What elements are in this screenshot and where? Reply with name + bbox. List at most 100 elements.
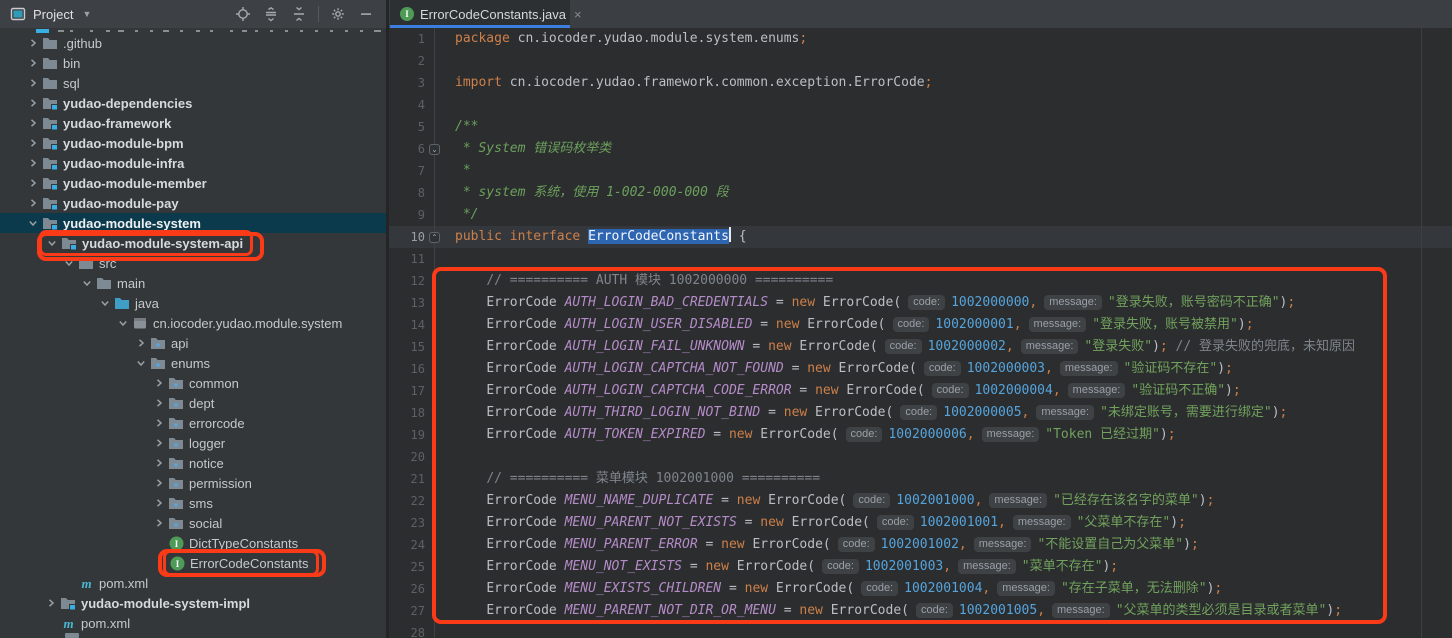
chevron-right-icon[interactable] <box>25 95 41 111</box>
tree-item-logger[interactable]: logger <box>0 433 386 453</box>
project-tree[interactable]: .githubbinsqlyudao-dependenciesyudao-fra… <box>0 28 386 638</box>
tree-item-permission[interactable]: permission <box>0 473 386 493</box>
code-line-7[interactable]: * <box>455 160 471 182</box>
tree-item-sql[interactable]: sql <box>0 73 386 93</box>
hide-panel-icon[interactable] <box>354 3 378 25</box>
tree-item-pom-xml[interactable]: mpom.xml <box>0 613 386 633</box>
line-number[interactable]: 28 <box>389 622 425 638</box>
code-line-5[interactable]: /** <box>455 116 478 138</box>
chevron-right-icon[interactable] <box>151 435 167 451</box>
tree-item-yudao-module-infra[interactable]: yudao-module-infra <box>0 153 386 173</box>
panel-divider[interactable] <box>386 0 389 638</box>
tree-item-yudao-framework[interactable]: yudao-framework <box>0 113 386 133</box>
chevron-right-icon[interactable] <box>133 335 149 351</box>
line-number[interactable]: 21 <box>389 468 425 490</box>
chevron-down-icon[interactable] <box>79 275 95 291</box>
chevron-right-icon[interactable] <box>151 415 167 431</box>
chevron-right-icon[interactable] <box>25 75 41 91</box>
line-number[interactable]: 10 <box>389 226 425 248</box>
expand-all-icon[interactable] <box>259 3 283 25</box>
line-number[interactable]: 11 <box>389 248 425 270</box>
chevron-right-icon[interactable] <box>25 115 41 131</box>
chevron-right-icon[interactable] <box>25 175 41 191</box>
tree-item-yudao-module-pay[interactable]: yudao-module-pay <box>0 193 386 213</box>
chevron-right-icon[interactable] <box>43 595 59 611</box>
tree-item-errorcode[interactable]: errorcode <box>0 413 386 433</box>
tree-item-common[interactable]: common <box>0 373 386 393</box>
chevron-right-icon[interactable] <box>151 395 167 411</box>
collapse-all-icon[interactable] <box>287 3 311 25</box>
tree-item-yudao-module-system-impl[interactable]: yudao-module-system-impl <box>0 593 386 613</box>
code-line-6[interactable]: * System 错误码枚举类 <box>455 138 611 160</box>
line-number[interactable]: 3 <box>389 72 425 94</box>
fold-end-icon[interactable]: ⌃ <box>429 232 440 243</box>
line-number[interactable]: 14 <box>389 314 425 336</box>
close-icon[interactable]: × <box>574 7 582 22</box>
tree-item-sms[interactable]: sms <box>0 493 386 513</box>
code-line-8[interactable]: * system 系统，使用 1-002-000-000 段 <box>455 182 729 204</box>
chevron-right-icon[interactable] <box>25 195 41 211</box>
tree-item-bin[interactable]: bin <box>0 53 386 73</box>
line-number[interactable]: 23 <box>389 512 425 534</box>
tree-item-enums[interactable]: enums <box>0 353 386 373</box>
line-number[interactable]: 27 <box>389 600 425 622</box>
tree-item--github[interactable]: .github <box>0 33 386 53</box>
project-view-selector[interactable]: Project ▼ <box>0 6 91 22</box>
line-number[interactable]: 26 <box>389 578 425 600</box>
code-line-1[interactable]: package cn.iocoder.yudao.module.system.e… <box>455 28 807 50</box>
chevron-right-icon[interactable] <box>151 495 167 511</box>
pkg-folder-icon <box>167 395 185 411</box>
line-number[interactable]: 24 <box>389 534 425 556</box>
line-number[interactable]: 7 <box>389 160 425 182</box>
tree-item-notice[interactable]: notice <box>0 453 386 473</box>
line-number[interactable]: 16 <box>389 358 425 380</box>
line-number[interactable]: 8 <box>389 182 425 204</box>
line-number[interactable]: 2 <box>389 50 425 72</box>
tab-errorcodeconstants[interactable]: I ErrorCodeConstants.java × <box>390 0 570 28</box>
line-number[interactable]: 15 <box>389 336 425 358</box>
tree-item-cn-iocoder-yudao-module-system[interactable]: cn.iocoder.yudao.module.system <box>0 313 386 333</box>
code-line-3[interactable]: import cn.iocoder.yudao.framework.common… <box>455 72 932 94</box>
chevron-right-icon[interactable] <box>25 35 41 51</box>
tree-item-main[interactable]: main <box>0 273 386 293</box>
tree-item-label: notice <box>189 456 224 471</box>
line-number[interactable]: 25 <box>389 556 425 578</box>
settings-gear-icon[interactable] <box>326 3 350 25</box>
line-number[interactable]: 17 <box>389 380 425 402</box>
line-number[interactable]: 19 <box>389 424 425 446</box>
tree-item-social[interactable]: social <box>0 513 386 533</box>
chevron-down-icon[interactable] <box>25 215 41 231</box>
tree-item-dept[interactable]: dept <box>0 393 386 413</box>
tree-item-java[interactable]: java <box>0 293 386 313</box>
line-number[interactable]: 6 <box>389 138 425 160</box>
tree-item-api[interactable]: api <box>0 333 386 353</box>
tree-item-yudao-module-bpm[interactable]: yudao-module-bpm <box>0 133 386 153</box>
chevron-right-icon[interactable] <box>25 55 41 71</box>
chevron-down-icon[interactable] <box>115 315 131 331</box>
line-number[interactable]: 22 <box>389 490 425 512</box>
code-line-9[interactable]: */ <box>455 204 478 226</box>
locate-file-icon[interactable] <box>231 3 255 25</box>
chevron-down-icon[interactable] <box>97 295 113 311</box>
chevron-right-icon[interactable] <box>151 515 167 531</box>
chevron-right-icon[interactable] <box>25 155 41 171</box>
line-number[interactable]: 1 <box>389 28 425 50</box>
tree-item-yudao-module-member[interactable]: yudao-module-member <box>0 173 386 193</box>
tree-item-yudao-dependencies[interactable]: yudao-dependencies <box>0 93 386 113</box>
chevron-right-icon[interactable] <box>25 135 41 151</box>
chevron-right-icon[interactable] <box>151 375 167 391</box>
fold-start-icon[interactable]: ⌄ <box>429 144 440 155</box>
line-number[interactable]: 12 <box>389 270 425 292</box>
line-number[interactable]: 18 <box>389 402 425 424</box>
pkg-folder-icon <box>167 495 185 511</box>
chevron-right-icon[interactable] <box>151 455 167 471</box>
code-line-10[interactable]: public interface ErrorCodeConstants { <box>455 226 747 248</box>
line-number[interactable]: 4 <box>389 94 425 116</box>
line-number[interactable]: 5 <box>389 116 425 138</box>
line-number[interactable]: 20 <box>389 446 425 468</box>
folder-icon <box>41 35 59 51</box>
chevron-right-icon[interactable] <box>151 475 167 491</box>
line-number[interactable]: 9 <box>389 204 425 226</box>
line-number[interactable]: 13 <box>389 292 425 314</box>
chevron-down-icon[interactable] <box>133 355 149 371</box>
